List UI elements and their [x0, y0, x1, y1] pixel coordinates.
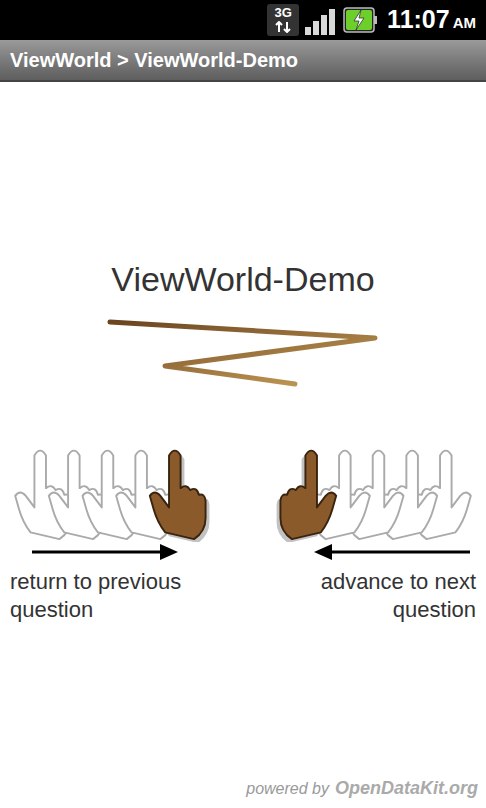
left-arrow-icon — [246, 542, 486, 562]
navigation-hints: return to previous questionadvance to ne… — [0, 442, 486, 624]
swipe-left-hands-icon — [256, 442, 476, 542]
squiggle-icon — [0, 314, 486, 394]
form-content[interactable]: ViewWorld-Demo return to previous questio… — [0, 82, 486, 808]
network-label: 3G — [274, 5, 291, 21]
form-title: ViewWorld-Demo — [0, 258, 486, 300]
footer-brand: OpenDataKit.org — [335, 775, 478, 802]
swipe-right-hands-icon — [10, 442, 230, 542]
title-bar: ViewWorld > ViewWorld-Demo — [0, 40, 486, 82]
clock-time: 11:07 — [387, 1, 450, 39]
next-label: advance to next question — [246, 568, 486, 624]
data-arrows-icon — [273, 21, 293, 33]
next-hint[interactable]: advance to next question — [246, 442, 486, 624]
network-indicator: 3G — [267, 4, 299, 36]
footer: powered byOpenDataKit.org — [0, 775, 486, 808]
previous-hint[interactable]: return to previous question — [0, 442, 240, 624]
battery-icon — [343, 6, 377, 34]
title-text: ViewWorld > ViewWorld-Demo — [10, 45, 298, 75]
clock-ampm: AM — [453, 12, 476, 35]
status-bar: 3G 11:07AM — [0, 0, 486, 40]
right-arrow-icon — [0, 542, 240, 562]
signal-icon — [305, 5, 337, 35]
previous-label: return to previous question — [0, 568, 240, 624]
footer-prefix: powered by — [246, 777, 329, 801]
